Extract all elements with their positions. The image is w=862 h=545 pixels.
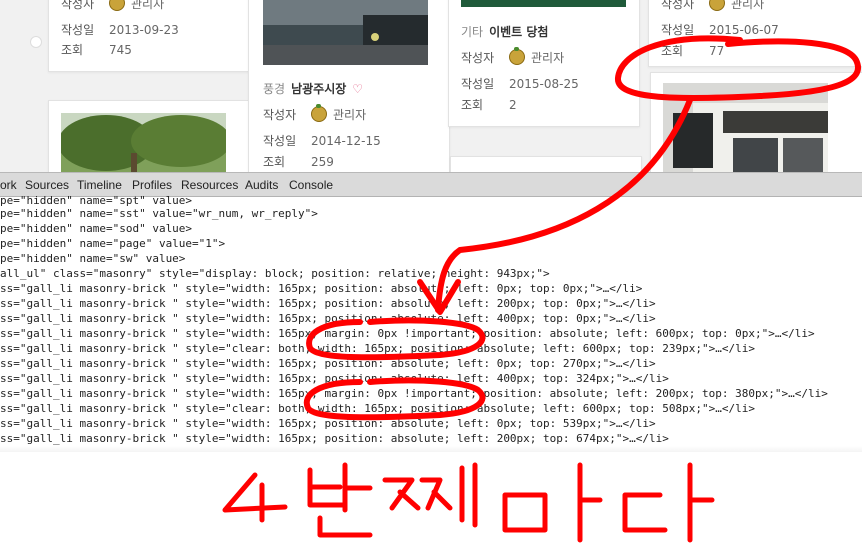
gallery-card-7[interactable] (450, 156, 642, 172)
code-line[interactable]: pe="hidden" name="page" value="1"> (0, 236, 225, 251)
event-photo[interactable] (461, 0, 626, 7)
category-row: 풍경 남광주시장 ♡ (263, 82, 364, 96)
code-line[interactable]: ss="gall_li masonry-brick " style="clear… (0, 341, 755, 356)
gallery-card-1[interactable]: 작성자 관리자 작성일 2013-09-23 조회 745 (48, 0, 250, 72)
handwriting-4beonjjaemada (222, 462, 715, 543)
code-line[interactable]: all_ul" class="masonry" style="display: … (0, 266, 550, 281)
scroll-dot (30, 36, 42, 48)
money-bag-icon (709, 0, 725, 11)
gallery-page: 작성자 관리자 작성일 2013-09-23 조회 745 풍경 남광주시장 ♡… (0, 0, 862, 172)
date-row: 작성일 2015-08-25 (461, 77, 579, 91)
money-bag-icon (311, 104, 327, 122)
gallery-card-3[interactable]: 기타 이벤트 당첨 작성자 관리자 작성일 2015-08-25 조회 2 (448, 0, 640, 127)
event-image (461, 0, 626, 7)
code-line[interactable]: ss="gall_li masonry-brick " style="width… (0, 371, 669, 386)
post-title[interactable]: 이벤트 당첨 (489, 25, 548, 39)
park-photo[interactable] (61, 113, 226, 172)
post-title[interactable]: 남광주시장 (291, 82, 346, 96)
code-line[interactable]: ss="gall_li masonry-brick " style="clear… (0, 401, 755, 416)
views-row: 조회 2 (461, 98, 517, 112)
code-line[interactable]: ss="gall_li masonry-brick " style="width… (0, 356, 656, 371)
tab-timeline[interactable]: Timeline (77, 178, 122, 192)
gallery-card-2[interactable]: 풍경 남광주시장 ♡ 작성자 관리자 작성일 2014-12-15 조회 259 (248, 0, 450, 172)
market-photo[interactable] (263, 0, 428, 65)
category-row: 기타 이벤트 당첨 (461, 25, 549, 39)
code-line[interactable]: ss="gall_li masonry-brick " style="width… (0, 296, 656, 311)
code-line[interactable]: ss="gall_li masonry-brick " style="width… (0, 431, 669, 446)
tab-network[interactable]: ork (0, 178, 17, 192)
gallery-card-4[interactable]: 작성자 관리자 작성일 2015-06-07 조회 77 (648, 0, 862, 67)
market-image (263, 0, 428, 65)
devtools-panel: ork Sources Timeline Profiles Resources … (0, 172, 862, 452)
code-line[interactable]: ss="gall_li masonry-brick " style="width… (0, 416, 656, 431)
author-row: 작성자 관리자 (461, 47, 565, 65)
money-bag-icon (109, 0, 125, 11)
author-row: 작성자 관리자 (661, 0, 764, 12)
date-row: 작성일 2014-12-15 (263, 134, 381, 148)
code-line[interactable]: ss="gall_li masonry-brick " style="width… (0, 386, 828, 401)
code-line[interactable]: pe="hidden" name="sod" value> (0, 221, 192, 236)
tab-profiles[interactable]: Profiles (132, 178, 172, 192)
tab-audits[interactable]: Audits (245, 178, 278, 192)
code-line[interactable]: ss="gall_li masonry-brick " style="width… (0, 281, 642, 296)
views-row: 조회 259 (263, 155, 334, 169)
building-image (663, 83, 828, 172)
tab-resources[interactable]: Resources (181, 178, 238, 192)
gallery-card-5[interactable] (48, 100, 250, 172)
building-photo[interactable] (663, 83, 828, 172)
views-row: 조회 77 (661, 44, 725, 58)
gallery-card-8[interactable] (650, 72, 862, 172)
heart-icon: ♡ (352, 82, 364, 96)
author-row: 작성자 관리자 (61, 0, 164, 12)
date-row: 작성일 2013-09-23 (61, 23, 179, 37)
code-line[interactable]: pe="hidden" name="sst" value="wr_num, wr… (0, 206, 318, 221)
panel-bottom-fade (0, 446, 862, 452)
views-row: 조회 745 (61, 43, 132, 57)
tab-console[interactable]: Console (289, 178, 333, 192)
tab-sources[interactable]: Sources (25, 178, 69, 192)
code-line[interactable]: pe="hidden" name="sw" value> (0, 251, 185, 266)
code-line[interactable]: ss="gall_li masonry-brick " style="width… (0, 326, 815, 341)
author-row: 작성자 관리자 (263, 104, 367, 122)
money-bag-icon (509, 47, 525, 65)
code-line[interactable]: ss="gall_li masonry-brick " style="width… (0, 311, 656, 326)
park-image (61, 113, 226, 172)
date-row: 작성일 2015-06-07 (661, 23, 779, 37)
